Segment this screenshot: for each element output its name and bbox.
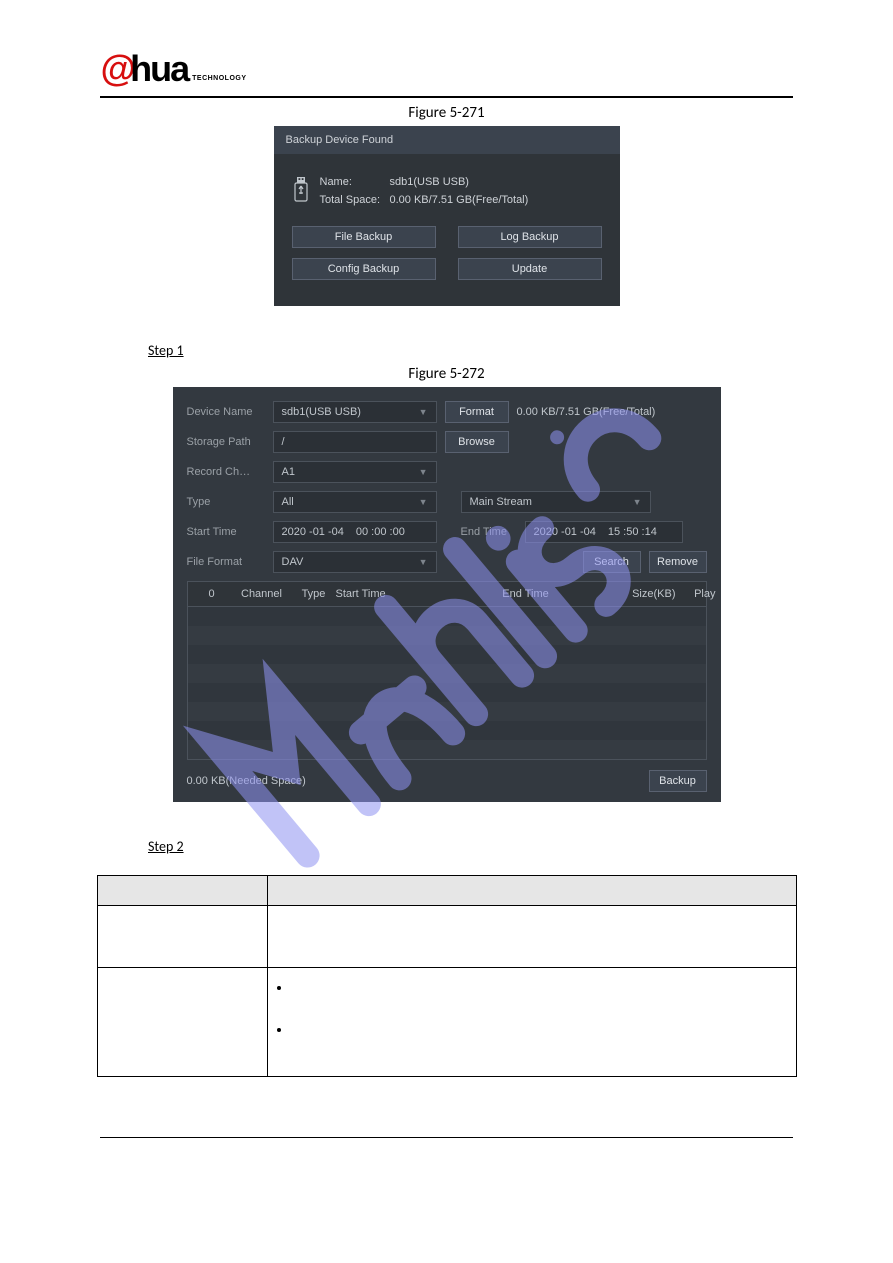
total-space-value: 0.00 KB/7.51 GB(Free/Total) [390,194,529,206]
device-name-label: Name: [320,176,390,188]
desc-header [267,876,796,906]
parameter-table [97,875,797,1077]
figure-caption-271: Figure 5-271 [0,104,893,122]
record-channel-label: Record Ch… [187,466,265,478]
param-row-1 [97,906,267,968]
usb-icon [292,176,310,204]
device-name-select-value: sdb1(USB USB) [282,406,361,418]
table-row [188,721,706,740]
browse-button[interactable]: Browse [445,431,509,453]
table-row [188,645,706,664]
total-space-label: Total Space: [320,194,390,206]
results-body [188,607,706,759]
remove-button[interactable]: Remove [649,551,707,573]
needed-space-text: 0.00 KB(Needed Space) [187,775,306,787]
step-2-label: Step 2 [148,838,893,855]
param-row-2 [97,968,267,1077]
type-label: Type [187,496,265,508]
device-name-value: sdb1(USB USB) [390,176,529,188]
storage-path-label: Storage Path [187,436,265,448]
free-total-summary: 0.00 KB/7.51 GB(Free/Total) [517,406,656,418]
table-row [188,664,706,683]
update-button[interactable]: Update [458,258,602,280]
device-name-label-272: Device Name [187,406,265,418]
param-header [97,876,267,906]
logo-mark: @ [100,48,132,90]
document-header: @ hua TECHNOLOGY [0,0,893,98]
header-rule [100,96,793,98]
desc-row-2 [267,968,796,1077]
col-index: 0 [192,588,232,600]
table-row [188,702,706,721]
backup-device-dialog: Backup Device Found Name: sdb1(USB USB) … [274,126,620,306]
device-name-select[interactable]: sdb1(USB USB) ▼ [273,401,437,423]
log-backup-button[interactable]: Log Backup [458,226,602,248]
table-row [188,683,706,702]
desc-row-1 [267,906,796,968]
start-time-label: Start Time [187,526,265,538]
col-type: Type [292,588,336,600]
end-time-label: End Time [461,526,517,538]
bullet-item [292,1022,778,1064]
chevron-down-icon: ▼ [419,467,428,477]
col-end-time: End Time [456,588,596,600]
start-time-input[interactable]: 2020 -01 -04 00 :00 :00 [273,521,437,543]
file-backup-panel: Device Name sdb1(USB USB) ▼ Format 0.00 … [173,387,721,802]
backup-button[interactable]: Backup [649,770,707,792]
stream-select[interactable]: Main Stream ▼ [461,491,651,513]
chevron-down-icon: ▼ [419,407,428,417]
table-row [188,626,706,645]
record-channel-select[interactable]: A1 ▼ [273,461,437,483]
chevron-down-icon: ▼ [633,497,642,507]
footer-rule [100,1137,793,1138]
logo-text: hua [130,48,188,90]
table-row [188,607,706,626]
file-backup-button[interactable]: File Backup [292,226,436,248]
col-size: Size(KB) [596,588,676,600]
results-table: 0 Channel Type Start Time End Time Size(… [187,581,707,760]
table-row [188,740,706,759]
chevron-down-icon: ▼ [419,497,428,507]
dialog-title: Backup Device Found [274,126,620,154]
bullet-item [292,980,778,1022]
col-start-time: Start Time [336,588,456,600]
storage-path-input[interactable]: / [273,431,437,453]
logo-subtext: TECHNOLOGY [192,75,246,82]
file-format-select[interactable]: DAV ▼ [273,551,437,573]
format-button[interactable]: Format [445,401,509,423]
brand-logo: @ hua TECHNOLOGY [100,48,793,90]
col-channel: Channel [232,588,292,600]
figure-caption-272: Figure 5-272 [0,365,893,383]
type-select[interactable]: All ▼ [273,491,437,513]
col-play: Play [676,588,716,600]
chevron-down-icon: ▼ [419,557,428,567]
config-backup-button[interactable]: Config Backup [292,258,436,280]
end-time-input[interactable]: 2020 -01 -04 15 :50 :14 [525,521,683,543]
step-1-label: Step 1 [148,342,893,359]
file-format-label: File Format [187,556,265,568]
search-button[interactable]: Search [583,551,641,573]
